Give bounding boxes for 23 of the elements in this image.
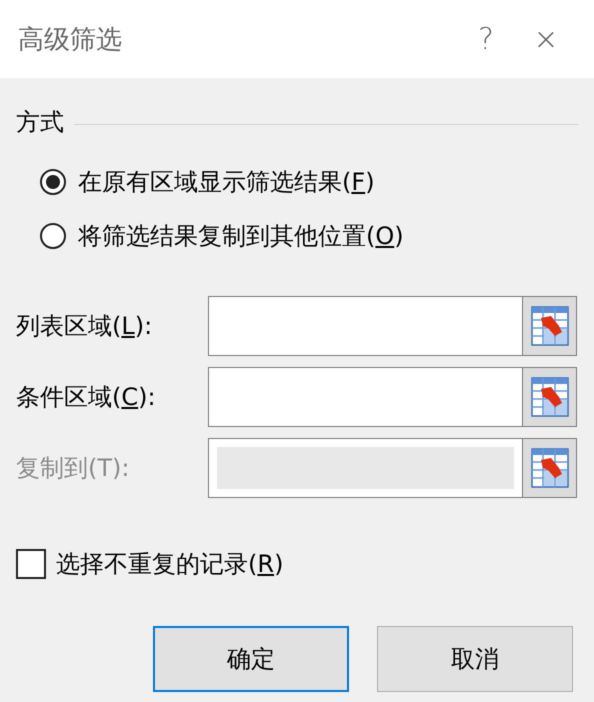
range-picker-icon xyxy=(530,448,568,488)
range-picker-icon xyxy=(530,306,568,346)
group-title: 方式 xyxy=(16,107,64,138)
checkbox[interactable] xyxy=(16,549,46,579)
range-picker-button[interactable] xyxy=(522,367,577,427)
range-input-field[interactable] xyxy=(208,296,522,356)
checkbox-label[interactable]: 选择不重复的记录(R) xyxy=(56,548,284,580)
range-picker-button[interactable] xyxy=(522,296,577,356)
window-title: 高级筛选 xyxy=(18,24,123,56)
radio-button[interactable] xyxy=(40,169,66,195)
help-button[interactable]: ? xyxy=(456,19,516,59)
radio-button[interactable] xyxy=(40,223,66,249)
field-label: 复制到(T): xyxy=(16,454,130,482)
radio-label[interactable]: 在原有区域显示筛选结果(F) xyxy=(78,166,375,198)
field-label: 列表区域(L): xyxy=(16,312,152,340)
close-button[interactable]: × xyxy=(516,19,576,59)
radio-label[interactable]: 将筛选结果复制到其他位置(O) xyxy=(78,220,404,252)
range-picker-button[interactable] xyxy=(522,438,577,498)
ok-button[interactable]: 确定 xyxy=(153,626,349,692)
cancel-button[interactable]: 取消 xyxy=(377,626,573,692)
range-picker-icon xyxy=(530,377,568,417)
range-input-field[interactable] xyxy=(208,367,522,427)
field-label: 条件区域(C): xyxy=(16,383,156,411)
